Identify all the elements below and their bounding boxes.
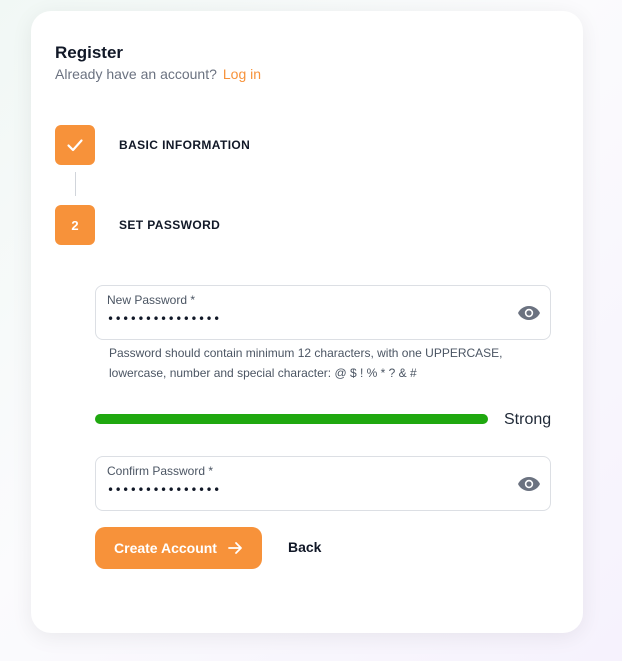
new-password-field[interactable]: New Password * [95, 285, 551, 340]
step-2-label: SET PASSWORD [119, 218, 221, 232]
eye-icon [518, 477, 540, 491]
show-confirm-password-toggle[interactable] [516, 472, 542, 496]
confirm-password-input[interactable] [107, 483, 487, 497]
create-account-button[interactable]: Create Account [95, 527, 262, 569]
eye-icon [518, 306, 540, 320]
step-1-label: BASIC INFORMATION [119, 138, 251, 152]
register-card: Register Already have an account? Log in … [31, 11, 583, 633]
show-password-toggle[interactable] [516, 301, 542, 325]
login-link[interactable]: Log in [223, 66, 261, 82]
login-prompt-text: Already have an account? [55, 66, 217, 82]
confirm-password-field[interactable]: Confirm Password * [95, 456, 551, 511]
password-hint: Password should contain minimum 12 chara… [109, 346, 503, 380]
step-2-badge: 2 [55, 205, 95, 245]
password-strength-bar [95, 414, 488, 424]
password-strength-label: Strong [504, 411, 552, 428]
arrow-right-icon [228, 542, 242, 554]
confirm-password-label: Confirm Password * [107, 464, 214, 478]
step-1-badge [55, 125, 95, 165]
create-account-label: Create Account [114, 540, 217, 556]
back-button[interactable]: Back [288, 539, 321, 555]
check-icon [67, 139, 83, 152]
password-strength-fill [95, 414, 488, 424]
step-connector [75, 172, 76, 196]
new-password-label: New Password * [107, 293, 196, 307]
page-title: Register [55, 43, 124, 62]
new-password-input[interactable] [107, 312, 487, 326]
login-prompt: Already have an account? Log in [55, 66, 261, 82]
